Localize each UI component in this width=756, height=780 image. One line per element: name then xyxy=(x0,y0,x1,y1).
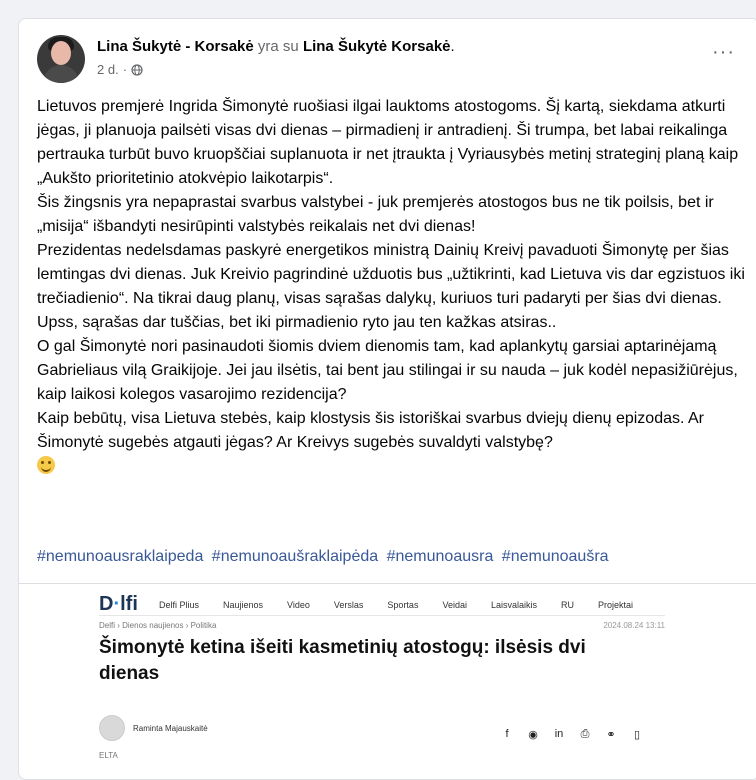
author-avatar-placeholder xyxy=(99,715,125,741)
with-text: yra su xyxy=(257,38,299,55)
nav-item: Verslas xyxy=(333,600,364,610)
post-paragraph: Kaip bebūtų, visa Lietuva stebės, kaip k… xyxy=(37,410,705,451)
tagged-user-link[interactable]: Lina Šukytė Korsakė xyxy=(303,38,451,55)
breadcrumb: Delfi › Dienos naujienos › Politika xyxy=(99,621,217,630)
meta-separator: · xyxy=(122,62,128,77)
author-avatar[interactable] xyxy=(37,35,85,83)
nav-item: Veidai xyxy=(442,600,467,610)
post-header: Lina Šukytė - Korsakė yra su Lina Šukytė… xyxy=(37,35,743,87)
globe-icon[interactable] xyxy=(131,63,143,76)
hashtag-list: #nemunoausraklaipeda #nemunoaušraklaipėd… xyxy=(37,545,613,569)
post-paragraph: Prezidentas nedelsdamas paskyrė energeti… xyxy=(37,242,745,331)
post-time-link[interactable]: 2 d. xyxy=(97,62,119,77)
hashtag-link[interactable]: #nemunoausra xyxy=(387,548,494,565)
nav-item: Naujienos xyxy=(223,600,264,610)
post-paragraph: Šis žingsnis yra nepaprastai svarbus val… xyxy=(37,194,714,235)
nav-item: Laisvalaikis xyxy=(490,600,538,610)
messenger-icon: ◉ xyxy=(528,729,538,741)
print-icon: ⎙ xyxy=(580,728,590,740)
divider xyxy=(19,583,756,584)
article-author: Raminta Majauskaitė xyxy=(99,715,208,741)
tagged-suffix: . xyxy=(450,38,455,55)
nav-item: Projektai xyxy=(598,600,634,610)
post-paragraph: O gal Šimonytė nori pasinaudoti šiomis d… xyxy=(37,338,738,403)
hashtag-link[interactable]: #nemunoaušraklaipėda xyxy=(212,548,378,565)
post-meta: 2 d. · xyxy=(97,62,143,77)
nav-item: Sportas xyxy=(387,600,419,610)
post-paragraph: Lietuvos premjerė Ingrida Šimonytė ruoši… xyxy=(37,98,739,187)
nav-item: RU xyxy=(561,600,575,610)
post-body: Lietuvos premjerė Ingrida Šimonytė ruoši… xyxy=(37,95,749,479)
linkedin-icon: in xyxy=(554,728,564,740)
facebook-icon: f xyxy=(505,728,509,740)
smiling-face-icon xyxy=(37,456,55,474)
post-card: Lina Šukytė - Korsakė yra su Lina Šukytė… xyxy=(18,18,756,780)
hashtag-link[interactable]: #nemunoausraklaipeda xyxy=(37,548,203,565)
link-icon: ⚭ xyxy=(606,729,616,741)
article-author-name: Raminta Majauskaitė xyxy=(133,723,208,733)
article-headline: Šimonytė ketina išeiti kasmetinių atosto… xyxy=(99,637,586,684)
author-name-link[interactable]: Lina Šukytė - Korsakė xyxy=(97,38,254,55)
author-line: Lina Šukytė - Korsakė yra su Lina Šukytė… xyxy=(97,38,455,55)
link-preview-image[interactable]: D·lfi Delfi Plius Naujienos Video Versla… xyxy=(81,585,701,779)
preview-divider xyxy=(99,615,665,616)
more-options-button[interactable]: ··· xyxy=(712,41,735,64)
post-paragraph-last: Kaip bebūtų, visa Lietuva stebės, kaip k… xyxy=(37,407,749,479)
delfi-logo: D·lfi xyxy=(99,593,138,615)
article-date: 2024.08.24 13:11 xyxy=(603,621,665,630)
hashtag-link[interactable]: #nemunoaušra xyxy=(502,548,609,565)
bookmark-icon: ▯ xyxy=(633,729,641,741)
article-source: ELTA xyxy=(99,751,118,760)
site-nav: Delfi Plius Naujienos Video Verslas Spor… xyxy=(159,600,657,610)
nav-item: Delfi Plius xyxy=(159,600,200,610)
share-icons: f ◉ in ⎙ ⚭ ▯ xyxy=(501,728,643,741)
nav-item: Video xyxy=(287,600,310,610)
